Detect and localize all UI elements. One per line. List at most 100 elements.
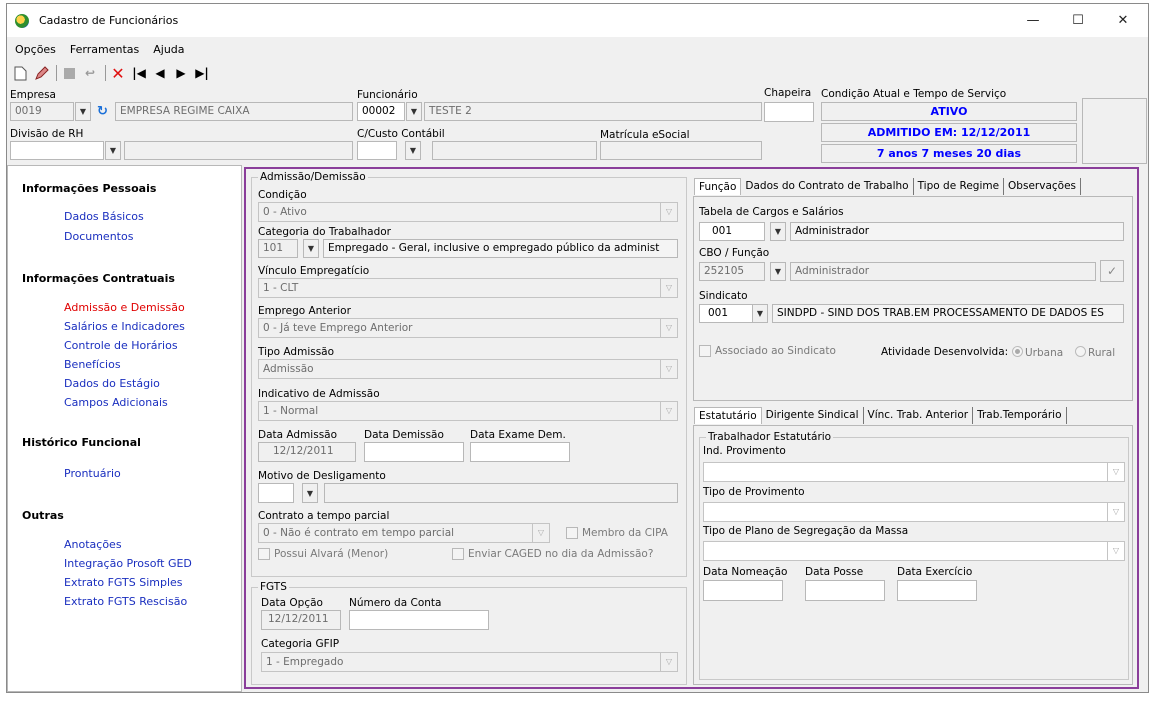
custo-dropdown-icon[interactable]: ▼: [405, 141, 421, 160]
close-button[interactable]: ✕: [1101, 4, 1145, 37]
new-document-icon[interactable]: [11, 64, 29, 82]
funcionario-code-field[interactable]: 00002: [357, 102, 405, 121]
nav-dados-estagio[interactable]: Dados do Estágio: [64, 377, 160, 390]
refresh-icon[interactable]: ↻: [97, 104, 108, 119]
checkbox-box: [258, 548, 270, 560]
nav-campos-adicionais[interactable]: Campos Adicionais: [64, 396, 168, 409]
nav-extrato-fgts-rescisao[interactable]: Extrato FGTS Rescisão: [64, 595, 187, 608]
radio-icon: [1012, 346, 1023, 357]
data-exercicio-field[interactable]: [897, 580, 977, 601]
indicativo-select[interactable]: 1 - Normal ▽: [258, 401, 678, 421]
nav-integracao-ged[interactable]: Integração Prosoft GED: [64, 557, 192, 570]
cipa-checkbox[interactable]: Membro da CIPA: [566, 527, 668, 539]
associado-checkbox[interactable]: Associado ao Sindicato: [699, 345, 836, 357]
data-nomeacao-field[interactable]: [703, 580, 783, 601]
tab-estatutario[interactable]: Estatutário: [694, 407, 762, 424]
motivo-dropdown-icon[interactable]: ▼: [302, 483, 318, 503]
radio-rural[interactable]: Rural: [1075, 346, 1115, 359]
data-exame-field[interactable]: [470, 442, 570, 462]
data-exercicio-label: Data Exercício: [897, 566, 973, 578]
tab-observacoes[interactable]: Observações: [1004, 178, 1081, 195]
empresa-name-field: EMPRESA REGIME CAIXA: [115, 102, 353, 121]
tab-vinc-trab-anterior[interactable]: Vínc. Trab. Anterior: [864, 407, 974, 424]
tipo-plano-select[interactable]: ▽: [703, 541, 1125, 561]
radio-urbana[interactable]: Urbana: [1012, 346, 1063, 359]
tab-dirigente-sindical[interactable]: Dirigente Sindical: [762, 407, 864, 424]
tabela-dropdown-icon[interactable]: ▼: [770, 222, 786, 241]
sindicato-code-field[interactable]: 001: [699, 304, 757, 323]
data-opcao-label: Data Opção: [261, 597, 323, 609]
app-icon: [15, 13, 29, 28]
divisao-rh-field[interactable]: [10, 141, 104, 160]
menu-opcoes[interactable]: Opções: [15, 43, 56, 56]
nav-extrato-fgts-simples[interactable]: Extrato FGTS Simples: [64, 576, 183, 589]
previous-record-icon[interactable]: ◀: [151, 64, 169, 82]
empresa-code-field[interactable]: 0019: [10, 102, 74, 121]
categoria-gfip-select[interactable]: 1 - Empregado ▽: [261, 652, 678, 672]
nav-documentos[interactable]: Documentos: [64, 230, 133, 243]
admissao-group-title: Admissão/Demissão: [258, 171, 368, 183]
first-record-icon[interactable]: |◀: [130, 64, 148, 82]
vinculo-select[interactable]: 1 - CLT ▽: [258, 278, 678, 298]
custo-contabil-field[interactable]: [357, 141, 397, 160]
menu-ajuda[interactable]: Ajuda: [153, 43, 184, 56]
emprego-anterior-select[interactable]: 0 - Já teve Emprego Anterior ▽: [258, 318, 678, 338]
admissao-group: Admissão/Demissão Condição 0 - Ativo ▽ Ca…: [251, 171, 687, 577]
tabs-bottom: Estatutário Dirigente Sindical Vínc. Tra…: [694, 407, 1067, 424]
data-admissao-field[interactable]: 12/12/2011: [258, 442, 356, 462]
minimize-button[interactable]: —: [1011, 4, 1055, 37]
condicao-select[interactable]: 0 - Ativo ▽: [258, 202, 678, 222]
photo-box[interactable]: [1082, 98, 1147, 164]
nav-controle-horarios[interactable]: Controle de Horários: [64, 339, 178, 352]
divisao-dropdown-icon[interactable]: ▼: [105, 141, 121, 160]
contrato-parcial-select[interactable]: 0 - Não é contrato em tempo parcial ▽: [258, 523, 550, 543]
tipo-admissao-select[interactable]: Admissão ▽: [258, 359, 678, 379]
edit-pencil-icon[interactable]: [32, 64, 50, 82]
nav-anotacoes[interactable]: Anotações: [64, 538, 122, 551]
categoria-code-field[interactable]: 101: [258, 239, 298, 258]
service-time-badge: 7 anos 7 meses 20 dias: [821, 144, 1077, 163]
funcionario-dropdown-icon[interactable]: ▼: [406, 102, 422, 121]
tab-tipo-regime[interactable]: Tipo de Regime: [914, 178, 1005, 195]
last-record-icon[interactable]: ▶|: [193, 64, 211, 82]
caged-checkbox[interactable]: Enviar CAGED no dia da Admissão?: [452, 548, 653, 560]
checkmark-icon[interactable]: ✓: [1100, 260, 1124, 282]
alvara-checkbox[interactable]: Possui Alvará (Menor): [258, 548, 388, 560]
tipo-provimento-select[interactable]: ▽: [703, 502, 1125, 522]
section-outras: Outras: [22, 509, 64, 522]
estatutario-group: Trabalhador Estatutário Ind. Provimento …: [699, 431, 1129, 680]
save-icon[interactable]: [60, 64, 78, 82]
tab-dados-contrato[interactable]: Dados do Contrato de Trabalho: [741, 178, 914, 195]
chapeira-field[interactable]: [764, 102, 814, 122]
motivo-code-field[interactable]: [258, 483, 294, 503]
chevron-down-icon: ▽: [660, 279, 677, 297]
nav-salarios-indicadores[interactable]: Salários e Indicadores: [64, 320, 185, 333]
nav-beneficios[interactable]: Benefícios: [64, 358, 121, 371]
ind-provimento-select[interactable]: ▽: [703, 462, 1125, 482]
cbo-code-field[interactable]: 252105: [699, 262, 765, 281]
next-record-icon[interactable]: ▶: [172, 64, 190, 82]
funcionario-name-field: TESTE 2: [424, 102, 762, 121]
numero-conta-field[interactable]: [349, 610, 489, 630]
tipo-admissao-value: Admissão: [263, 363, 314, 375]
tabela-code-field[interactable]: 001: [699, 222, 765, 241]
tab-funcao[interactable]: Função: [694, 178, 742, 195]
data-demissao-field[interactable]: [364, 442, 464, 462]
data-opcao-field[interactable]: 12/12/2011: [261, 610, 341, 630]
undo-icon[interactable]: ↩: [81, 64, 99, 82]
nav-dados-basicos[interactable]: Dados Básicos: [64, 210, 144, 223]
delete-icon[interactable]: ✕: [109, 64, 127, 83]
custo-contabil-label: C/Custo Contábil: [357, 128, 445, 140]
menu-ferramentas[interactable]: Ferramentas: [70, 43, 139, 56]
categoria-dropdown-icon[interactable]: ▼: [303, 239, 319, 258]
checkbox-box: [452, 548, 464, 560]
tab-trab-temporario[interactable]: Trab.Temporário: [973, 407, 1067, 424]
indicativo-value: 1 - Normal: [263, 405, 319, 417]
data-posse-field[interactable]: [805, 580, 885, 601]
nav-admissao-demissao[interactable]: Admissão e Demissão: [64, 301, 185, 314]
empresa-dropdown-icon[interactable]: ▼: [75, 102, 91, 121]
nav-prontuario[interactable]: Prontuário: [64, 467, 121, 480]
maximize-button[interactable]: ☐: [1056, 4, 1100, 37]
sindicato-dropdown-icon[interactable]: ▼: [752, 304, 768, 323]
cbo-dropdown-icon[interactable]: ▼: [770, 262, 786, 281]
